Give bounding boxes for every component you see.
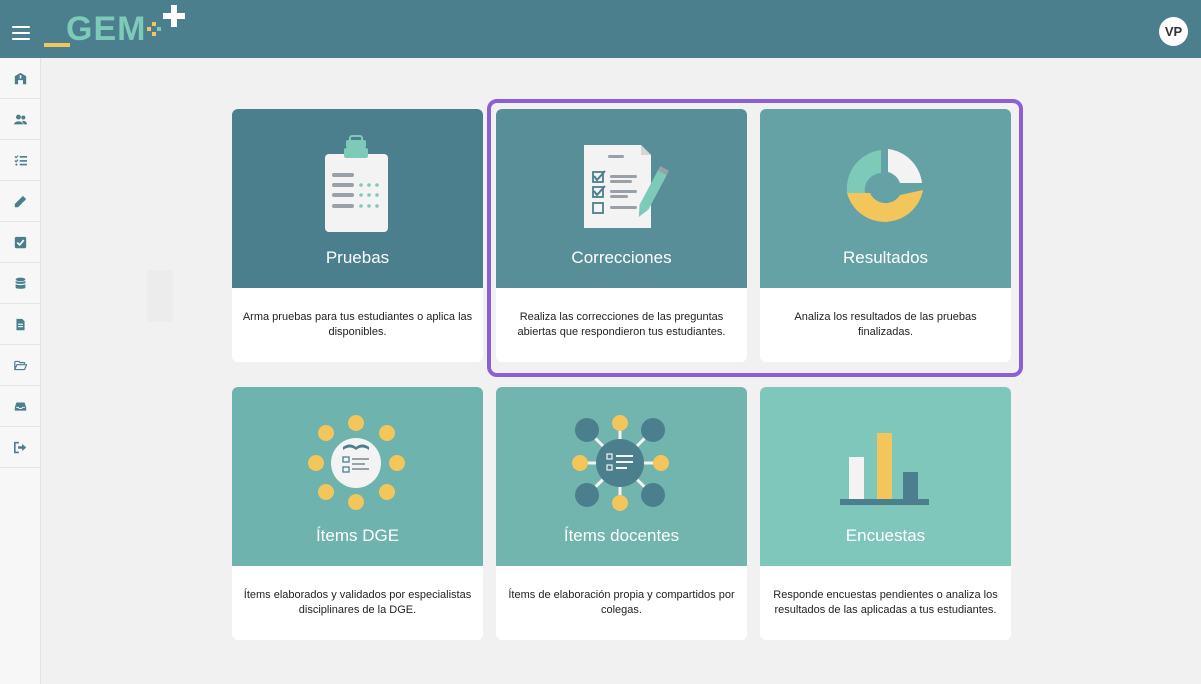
card-description: Ítems de elaboración propia y compartido… [508,589,735,616]
card-encuestas[interactable]: Encuestas Responde encuestas pendientes … [760,387,1011,640]
card-title: Encuestas [845,526,926,545]
card-description: Realiza las correcciones de las pregunta… [517,311,726,338]
checklist-icon [13,154,27,166]
card-correcciones[interactable]: Correcciones Realiza las correcciones de… [496,109,747,362]
card-description: Responde encuestas pendientes o analiza … [773,589,998,616]
card-items-docentes[interactable]: Ítems docentes Ítems de elaboración prop… [496,387,747,640]
top-bar: GEM VP [0,0,1201,58]
sidebar-item-folder[interactable] [0,345,40,386]
card-description: Ítems elaborados y validados por especia… [243,589,472,616]
sidebar-item-checkbox[interactable] [0,222,40,263]
user-avatar[interactable]: VP [1159,17,1188,46]
card-title: Ítems docentes [563,526,680,545]
sidebar-item-users[interactable] [0,99,40,140]
card-header: Encuestas [760,387,1011,566]
inbox-icon [14,401,26,411]
card-description: Arma pruebas para tus estudiantes o apli… [242,311,473,338]
card-items-dge[interactable]: Ítems DGE Ítems elaborados y validados p… [232,387,483,640]
placeholder-shape [147,270,173,322]
sidebar-item-checklist[interactable] [0,140,40,181]
folder-open-icon [13,360,27,370]
sidebar-item-database[interactable] [0,263,40,304]
sidebar-item-school[interactable] [0,58,40,99]
card-title: Pruebas [325,248,390,267]
sidebar-item-logout[interactable] [0,427,40,468]
logout-icon [13,441,26,453]
card-header: Ítems DGE [232,387,483,566]
card-header: Ítems docentes [496,387,747,566]
sidebar-item-document[interactable] [0,304,40,345]
card-description: Analiza los resultados de las pruebas fi… [794,311,977,338]
sidebar [0,58,41,684]
document-icon [15,318,25,330]
menu-icon[interactable] [12,26,30,40]
database-icon [15,277,25,289]
sidebar-item-pencil[interactable] [0,181,40,222]
card-header: Pruebas [232,109,483,288]
checkbox-icon [14,236,26,248]
card-title: Ítems DGE [315,526,400,545]
card-title: Resultados [842,248,929,267]
sidebar-item-inbox[interactable] [0,386,40,427]
card-title: Correcciones [571,248,672,267]
svg-text:GEM: GEM [66,10,146,48]
card-pruebas[interactable]: Pruebas Arma pruebas para tus estudiante… [232,109,483,362]
card-header: Correcciones [496,109,747,288]
gem-logo[interactable]: GEM [44,2,194,50]
card-header: Resultados [760,109,1011,288]
school-icon [14,72,26,84]
users-icon [13,114,27,124]
pencil-icon [14,195,26,207]
card-resultados[interactable]: Resultados Analiza los resultados de las… [760,109,1011,362]
